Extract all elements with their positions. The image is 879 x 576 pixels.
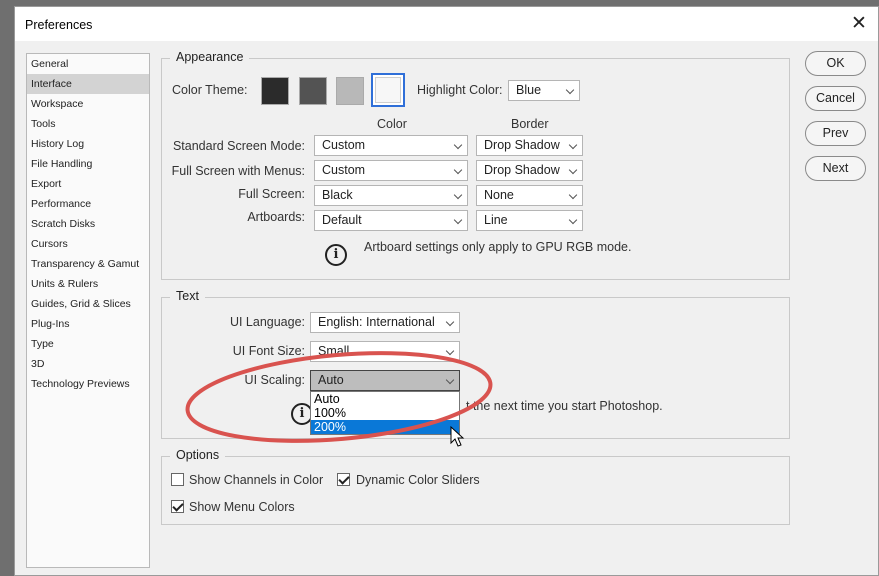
ui-language-label: UI Language: bbox=[229, 315, 305, 329]
artboard-note: Artboard settings only apply to GPU RGB … bbox=[364, 240, 632, 254]
ui-scaling-label: UI Scaling: bbox=[244, 373, 305, 387]
theme-swatch-medium[interactable] bbox=[336, 77, 364, 105]
ok-button[interactable]: OK bbox=[805, 51, 866, 76]
appearance-title: Appearance bbox=[170, 50, 250, 64]
full-screen-border-select[interactable]: None bbox=[476, 185, 583, 206]
ui-font-size-select[interactable]: Small bbox=[310, 341, 460, 362]
sidebar-item-cursors[interactable]: Cursors bbox=[27, 234, 149, 254]
sidebar-item-plug-ins[interactable]: Plug-Ins bbox=[27, 314, 149, 334]
border-column-header: Border bbox=[511, 117, 549, 131]
title-bar: Preferences ✕ bbox=[15, 7, 878, 41]
chevron-down-icon bbox=[568, 165, 578, 175]
chevron-down-icon bbox=[565, 85, 575, 95]
sidebar-item-3d[interactable]: 3D bbox=[27, 354, 149, 374]
options-title: Options bbox=[170, 448, 226, 462]
standard-screen-mode-label: Standard Screen Mode: bbox=[172, 139, 305, 153]
ui-scaling-select[interactable]: Auto bbox=[310, 370, 460, 391]
options-group: Options bbox=[161, 448, 790, 525]
close-icon[interactable]: ✕ bbox=[848, 13, 870, 35]
dynamic-sliders-label: Dynamic Color Sliders bbox=[356, 473, 480, 487]
sidebar-item-general[interactable]: General bbox=[27, 54, 149, 74]
ui-scaling-dropdown: Auto 100% 200% bbox=[310, 391, 460, 435]
scaling-option-200[interactable]: 200% bbox=[311, 420, 459, 434]
sidebar-item-export[interactable]: Export bbox=[27, 174, 149, 194]
chevron-down-icon bbox=[445, 375, 455, 385]
chevron-down-icon bbox=[568, 190, 578, 200]
sidebar-item-type[interactable]: Type bbox=[27, 334, 149, 354]
next-button[interactable]: Next bbox=[805, 156, 866, 181]
full-screen-color-select[interactable]: Black bbox=[314, 185, 468, 206]
standard-screen-color-value: Custom bbox=[322, 138, 366, 152]
sidebar-item-tools[interactable]: Tools bbox=[27, 114, 149, 134]
sidebar-item-workspace[interactable]: Workspace bbox=[27, 94, 149, 114]
artboards-color-select[interactable]: Default bbox=[314, 210, 468, 231]
sidebar-item-transparency-gamut[interactable]: Transparency & Gamut bbox=[27, 254, 149, 274]
theme-swatch-light-selected[interactable] bbox=[371, 73, 405, 107]
scaling-option-100[interactable]: 100% bbox=[311, 406, 459, 420]
show-channels-checkbox[interactable] bbox=[171, 473, 184, 486]
ui-font-size-value: Small bbox=[318, 344, 350, 358]
artboards-border-value: Line bbox=[484, 213, 508, 227]
sidebar-item-guides-grid-slices[interactable]: Guides, Grid & Slices bbox=[27, 294, 149, 314]
chevron-down-icon bbox=[445, 317, 455, 327]
highlight-color-label: Highlight Color: bbox=[417, 83, 503, 97]
sidebar-item-history-log[interactable]: History Log bbox=[27, 134, 149, 154]
info-icon: i bbox=[325, 244, 347, 266]
chevron-down-icon bbox=[568, 215, 578, 225]
full-screen-menus-color-value: Custom bbox=[322, 163, 366, 177]
chevron-down-icon bbox=[453, 215, 463, 225]
ui-scaling-value: Auto bbox=[318, 373, 344, 387]
scaling-option-auto[interactable]: Auto bbox=[311, 392, 459, 406]
full-screen-color-value: Black bbox=[322, 188, 353, 202]
chevron-down-icon bbox=[453, 140, 463, 150]
ui-language-select[interactable]: English: International bbox=[310, 312, 460, 333]
artboards-border-select[interactable]: Line bbox=[476, 210, 583, 231]
full-screen-menus-border-value: Drop Shadow bbox=[484, 163, 560, 177]
window-title: Preferences bbox=[25, 18, 93, 32]
highlight-color-select[interactable]: Blue bbox=[508, 80, 580, 101]
preferences-dialog: Preferences ✕ General Interface Workspac… bbox=[14, 6, 879, 576]
ui-language-value: English: International bbox=[318, 315, 435, 329]
sidebar-item-units-rulers[interactable]: Units & Rulers bbox=[27, 274, 149, 294]
full-screen-menus-border-select[interactable]: Drop Shadow bbox=[476, 160, 583, 181]
chevron-down-icon bbox=[568, 140, 578, 150]
text-title: Text bbox=[170, 289, 205, 303]
highlight-color-value: Blue bbox=[516, 83, 542, 97]
artboards-color-value: Default bbox=[322, 213, 362, 227]
cancel-button[interactable]: Cancel bbox=[805, 86, 866, 111]
dynamic-sliders-checkbox[interactable] bbox=[337, 473, 350, 486]
theme-swatch-darkest[interactable] bbox=[261, 77, 289, 105]
chevron-down-icon bbox=[453, 190, 463, 200]
sidebar-item-scratch-disks[interactable]: Scratch Disks bbox=[27, 214, 149, 234]
color-theme-label: Color Theme: bbox=[172, 83, 248, 97]
full-screen-menus-color-select[interactable]: Custom bbox=[314, 160, 468, 181]
standard-screen-border-value: Drop Shadow bbox=[484, 138, 560, 152]
standard-screen-color-select[interactable]: Custom bbox=[314, 135, 468, 156]
show-menu-colors-checkbox[interactable] bbox=[171, 500, 184, 513]
category-sidebar: General Interface Workspace Tools Histor… bbox=[26, 53, 150, 568]
scaling-restart-note: t the next time you start Photoshop. bbox=[466, 399, 663, 413]
prev-button[interactable]: Prev bbox=[805, 121, 866, 146]
chevron-down-icon bbox=[453, 165, 463, 175]
show-channels-label: Show Channels in Color bbox=[189, 473, 324, 487]
full-screen-label: Full Screen: bbox=[238, 187, 305, 201]
show-menu-colors-label: Show Menu Colors bbox=[189, 500, 295, 514]
theme-swatch-dark[interactable] bbox=[299, 77, 327, 105]
sidebar-item-interface[interactable]: Interface bbox=[27, 74, 149, 94]
chevron-down-icon bbox=[445, 346, 455, 356]
standard-screen-border-select[interactable]: Drop Shadow bbox=[476, 135, 583, 156]
full-screen-border-value: None bbox=[484, 188, 514, 202]
artboards-label: Artboards: bbox=[247, 210, 305, 224]
sidebar-item-file-handling[interactable]: File Handling bbox=[27, 154, 149, 174]
sidebar-item-performance[interactable]: Performance bbox=[27, 194, 149, 214]
full-screen-menus-label: Full Screen with Menus: bbox=[171, 164, 305, 178]
sidebar-item-technology-previews[interactable]: Technology Previews bbox=[27, 374, 149, 394]
color-column-header: Color bbox=[377, 117, 407, 131]
ui-font-size-label: UI Font Size: bbox=[232, 344, 305, 358]
